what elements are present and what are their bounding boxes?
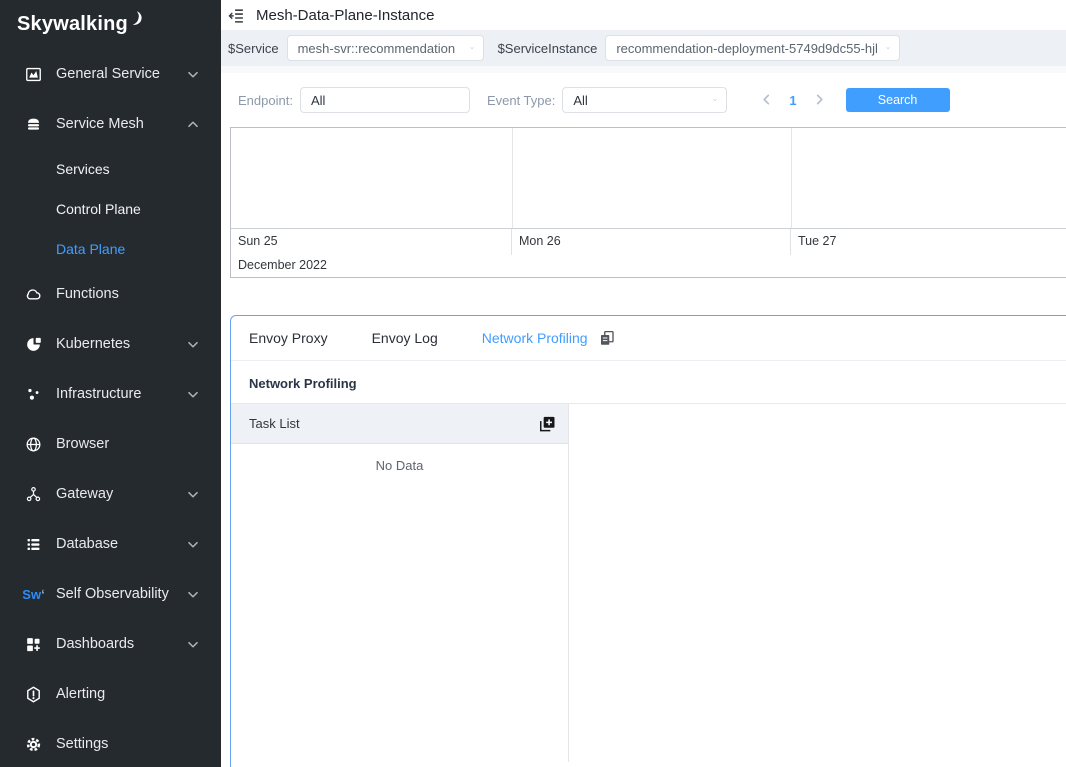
sidebar-item-control-plane[interactable]: Control Plane bbox=[0, 189, 221, 229]
app-root: Skywalking General Service Service Mesh … bbox=[0, 0, 1066, 767]
empty-state-text: No Data bbox=[231, 458, 568, 473]
timeline-day-row: Sun 25 Mon 26 Tue 27 bbox=[231, 229, 1066, 255]
timeline-chart-area[interactable] bbox=[231, 128, 1066, 229]
chevron-down-icon bbox=[187, 540, 199, 549]
add-task-icon bbox=[537, 414, 557, 434]
page-number[interactable]: 1 bbox=[789, 93, 796, 108]
instance-select-label: $ServiceInstance bbox=[498, 41, 598, 56]
layers-icon bbox=[24, 115, 43, 134]
service-instance-select[interactable]: recommendation-deployment-5749d9dc55-hjl… bbox=[605, 35, 900, 61]
endpoint-input[interactable] bbox=[300, 87, 470, 113]
copy-icon bbox=[598, 329, 616, 347]
list-server-icon bbox=[24, 535, 43, 554]
sidebar-item-settings[interactable]: Settings bbox=[0, 719, 221, 767]
sidebar-item-kubernetes[interactable]: Kubernetes bbox=[0, 319, 221, 369]
sidebar-item-data-plane[interactable]: Data Plane bbox=[0, 229, 221, 269]
sidebar-item-functions[interactable]: Functions bbox=[0, 269, 221, 319]
sidebar-item-dashboards[interactable]: Dashboards bbox=[0, 619, 221, 669]
events-timeline: Sun 25 Mon 26 Tue 27 December 2022 bbox=[230, 127, 1066, 278]
chevron-down-icon bbox=[705, 96, 717, 104]
globe-icon bbox=[24, 435, 43, 454]
event-type-select[interactable]: All bbox=[562, 87, 727, 113]
next-page-button[interactable] bbox=[811, 91, 829, 109]
service-select[interactable]: mesh-svr::recommendation bbox=[287, 35, 484, 61]
endpoint-label: Endpoint: bbox=[238, 93, 293, 108]
sidebar-item-database[interactable]: Database bbox=[0, 519, 221, 569]
service-select-label: $Service bbox=[228, 41, 279, 56]
chevron-down-icon bbox=[187, 390, 199, 399]
gear-icon bbox=[24, 735, 43, 754]
timeline-day-label: Mon 26 bbox=[512, 229, 791, 255]
app-logo[interactable]: Skywalking bbox=[0, 0, 221, 49]
event-filter-row: Endpoint: Event Type: All 1 Search bbox=[221, 87, 1066, 113]
sidebar-item-browser[interactable]: Browser bbox=[0, 419, 221, 469]
sidebar-item-service-mesh[interactable]: Service Mesh bbox=[0, 99, 221, 149]
dashboard-grid-plus-icon bbox=[24, 635, 43, 654]
sidebar-item-alerting[interactable]: Alerting bbox=[0, 669, 221, 719]
sidebar-item-infrastructure[interactable]: Infrastructure bbox=[0, 369, 221, 419]
selector-band: $Service mesh-svr::recommendation $Servi… bbox=[221, 30, 1066, 66]
chevron-right-icon bbox=[814, 94, 825, 105]
new-task-button[interactable] bbox=[537, 414, 557, 434]
instance-widget-panel: Envoy Proxy Envoy Log Network Profiling … bbox=[230, 315, 1066, 767]
area-chart-icon bbox=[24, 65, 43, 84]
timeline-month-label: December 2022 bbox=[231, 255, 1066, 277]
section-title: Network Profiling bbox=[249, 376, 1066, 391]
timeline-gridline bbox=[791, 128, 792, 228]
sidebar-item-general-service[interactable]: General Service bbox=[0, 49, 221, 99]
timeline-day-label: Sun 25 bbox=[231, 229, 512, 255]
chevron-down-icon bbox=[462, 44, 474, 52]
chevron-left-icon bbox=[761, 94, 772, 105]
main-content: Mesh-Data-Plane-Instance $Service mesh-s… bbox=[221, 0, 1066, 767]
cloud-icon bbox=[24, 285, 43, 304]
task-list-title: Task List bbox=[249, 416, 300, 431]
tab-network-profiling[interactable]: Network Profiling bbox=[482, 330, 588, 346]
timeline-day-label: Tue 27 bbox=[791, 229, 1066, 255]
page-header: Mesh-Data-Plane-Instance bbox=[221, 0, 1066, 30]
chevron-up-icon bbox=[187, 120, 199, 129]
timeline-gridline bbox=[512, 128, 513, 228]
sidebar-nav: General Service Service Mesh Services Co… bbox=[0, 49, 221, 767]
chevron-down-icon bbox=[187, 640, 199, 649]
band-divider bbox=[221, 66, 1066, 73]
prev-page-button[interactable] bbox=[757, 91, 775, 109]
search-button[interactable]: Search bbox=[846, 88, 950, 112]
tabs-row: Envoy Proxy Envoy Log Network Profiling bbox=[231, 316, 1066, 361]
chevron-down-icon bbox=[187, 490, 199, 499]
task-list-header: Task List bbox=[231, 404, 568, 444]
chevron-down-icon bbox=[187, 70, 199, 79]
tab-envoy-log[interactable]: Envoy Log bbox=[372, 330, 438, 346]
page-title: Mesh-Data-Plane-Instance bbox=[256, 7, 434, 24]
sidebar: Skywalking General Service Service Mesh … bbox=[0, 0, 221, 767]
dots-cluster-icon bbox=[24, 385, 43, 404]
chevron-down-icon bbox=[878, 44, 890, 52]
sw-logo-icon: Swʻ bbox=[24, 585, 43, 604]
chevron-down-icon bbox=[187, 590, 199, 599]
copy-tab-button[interactable] bbox=[598, 329, 616, 347]
sidebar-item-self-observability[interactable]: Swʻ Self Observability bbox=[0, 569, 221, 619]
logo-text: Skywalking bbox=[17, 13, 128, 36]
sidebar-item-services[interactable]: Services bbox=[0, 149, 221, 189]
task-list-panel: Task List No Data bbox=[231, 404, 569, 762]
chevron-down-icon bbox=[187, 340, 199, 349]
hexagon-alert-icon bbox=[24, 685, 43, 704]
donut-chart-icon bbox=[24, 335, 43, 354]
event-type-label: Event Type: bbox=[487, 93, 555, 108]
tab-envoy-proxy[interactable]: Envoy Proxy bbox=[249, 330, 328, 346]
sidebar-collapse-icon[interactable] bbox=[228, 7, 245, 24]
logo-moon-icon bbox=[127, 9, 146, 28]
network-nodes-icon bbox=[24, 485, 43, 504]
sidebar-item-gateway[interactable]: Gateway bbox=[0, 469, 221, 519]
